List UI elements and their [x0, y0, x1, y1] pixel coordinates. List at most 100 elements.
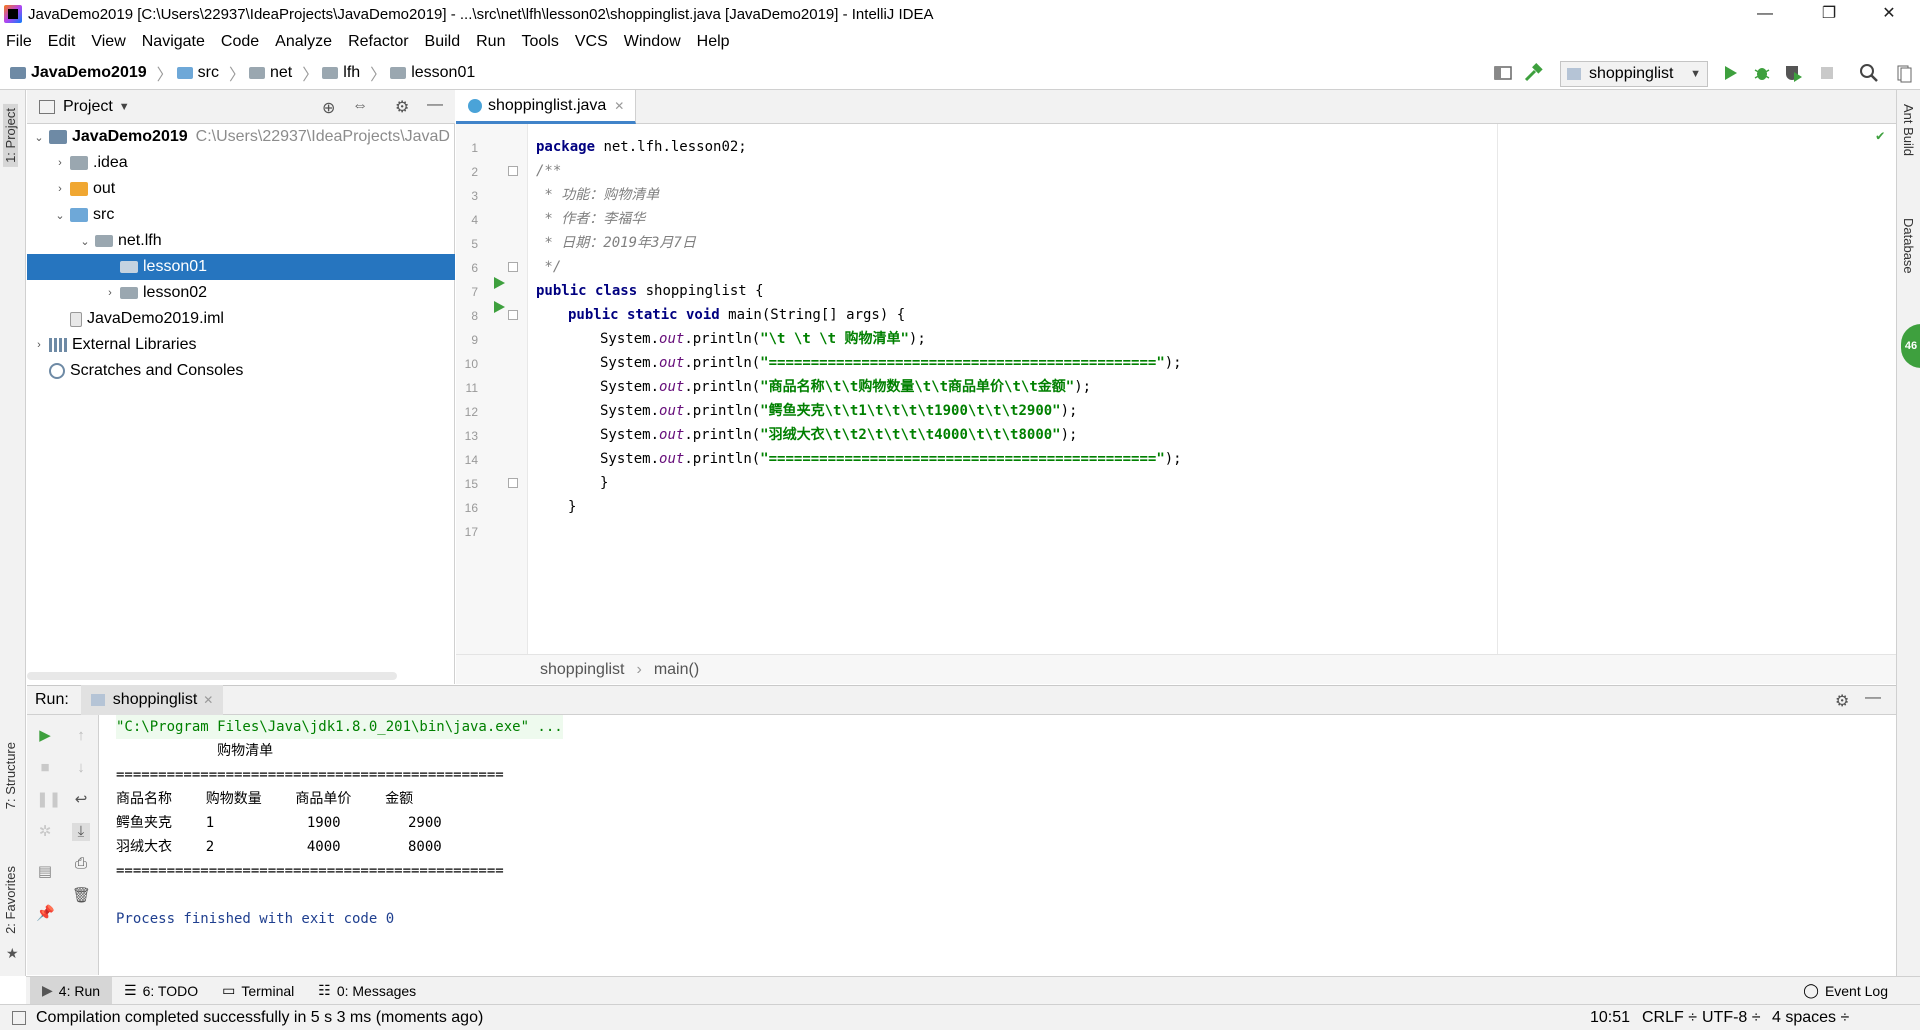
- rerun-icon[interactable]: ▶: [36, 727, 54, 745]
- database-tool-tab[interactable]: Database: [1901, 218, 1916, 274]
- close-tab-icon[interactable]: ✕: [203, 693, 213, 707]
- pin-icon[interactable]: 📌: [36, 905, 55, 923]
- menu-analyze[interactable]: Analyze: [275, 33, 332, 51]
- locate-target-icon[interactable]: ⊕: [322, 98, 335, 118]
- fold-icon[interactable]: [508, 478, 518, 488]
- breadcrumb-project[interactable]: JavaDemo2019: [10, 64, 147, 82]
- breadcrumb-lesson01[interactable]: lesson01: [390, 64, 475, 82]
- soft-wrap-icon[interactable]: ↩: [72, 791, 90, 809]
- menu-code[interactable]: Code: [221, 33, 259, 51]
- tree-item-lesson02[interactable]: › lesson02: [27, 280, 455, 306]
- build-hammer-icon[interactable]: [1522, 62, 1544, 84]
- coverage-icon[interactable]: [1782, 62, 1804, 84]
- tree-item-javademo2019[interactable]: ⌄ JavaDemo2019 C:\Users\22937\IdeaProjec…: [27, 124, 455, 150]
- minimize-button[interactable]: —: [1742, 0, 1788, 28]
- tool-tab-messages[interactable]: ☷ 0: Messages: [306, 977, 428, 1005]
- breadcrumb-class[interactable]: shoppinglist: [540, 661, 625, 679]
- menu-run[interactable]: Run: [476, 33, 505, 51]
- horizontal-scrollbar[interactable]: [27, 672, 397, 680]
- ant-build-tool-tab[interactable]: Ant Build: [1901, 104, 1916, 156]
- file-encoding[interactable]: UTF-8 ÷: [1702, 1009, 1761, 1027]
- fold-icon[interactable]: [508, 262, 518, 272]
- menu-window[interactable]: Window: [624, 33, 681, 51]
- run-configuration-select[interactable]: shoppinglist ▼: [1560, 61, 1708, 87]
- tree-item-src[interactable]: ⌄ src: [27, 202, 455, 228]
- status-message[interactable]: Compilation completed successfully in 5 …: [36, 1009, 483, 1027]
- menu-edit[interactable]: Edit: [48, 33, 76, 51]
- project-tool-tab[interactable]: 1: Project: [3, 104, 18, 167]
- chevron-right-icon[interactable]: ›: [33, 339, 45, 351]
- search-icon[interactable]: [1858, 62, 1880, 84]
- pause-icon[interactable]: ❚❚: [36, 791, 61, 809]
- breadcrumb-src[interactable]: src: [176, 64, 219, 82]
- notification-badge[interactable]: 46: [1901, 324, 1920, 368]
- close-tab-icon[interactable]: ✕: [614, 99, 624, 113]
- hide-panel-icon[interactable]: —: [1865, 689, 1881, 707]
- tool-tab-event-log[interactable]: ◯ Event Log: [1791, 977, 1900, 1005]
- tree-item-idea[interactable]: › .idea: [27, 150, 455, 176]
- collapse-all-icon[interactable]: ⇔: [352, 97, 368, 115]
- breadcrumb-lfh[interactable]: lfh: [322, 64, 360, 82]
- run-tab-shoppinglist[interactable]: shoppinglist ✕: [80, 685, 224, 715]
- caret-position[interactable]: 10:51: [1590, 1009, 1630, 1027]
- gear-icon[interactable]: ⚙: [395, 97, 409, 117]
- gear-icon[interactable]: ⚙: [1835, 691, 1849, 711]
- tree-item-external-libraries[interactable]: › External Libraries: [27, 332, 455, 358]
- inspection-ok-icon[interactable]: ✔: [1876, 128, 1884, 144]
- project-structure-icon[interactable]: [1492, 62, 1514, 84]
- trash-icon[interactable]: 🗑: [72, 887, 91, 905]
- menu-tools[interactable]: Tools: [521, 33, 558, 51]
- breadcrumb-method[interactable]: main(): [654, 661, 699, 679]
- vcs-icon[interactable]: [1894, 62, 1916, 84]
- restore-layout-icon[interactable]: ▤: [36, 863, 54, 881]
- favorites-tool-tab[interactable]: 2: Favorites: [3, 866, 18, 934]
- breadcrumb-net[interactable]: net: [249, 64, 292, 82]
- line-separator[interactable]: CRLF ÷: [1642, 1009, 1697, 1027]
- scroll-to-end-icon[interactable]: ⤓: [72, 823, 90, 841]
- restore-button[interactable]: ❐: [1806, 0, 1852, 28]
- chevron-right-icon[interactable]: ›: [54, 157, 66, 169]
- run-gutter-icon[interactable]: [492, 300, 506, 314]
- tab-shoppinglist-java[interactable]: shoppinglist.java ✕: [456, 90, 636, 124]
- stop-icon[interactable]: [1816, 62, 1838, 84]
- tree-item-lesson01[interactable]: lesson01: [27, 254, 455, 280]
- console-output[interactable]: "C:\Program Files\Java\jdk1.8.0_201\bin\…: [100, 715, 1896, 975]
- dump-threads-icon[interactable]: ✲: [36, 823, 54, 841]
- run-gutter-icon[interactable]: [492, 276, 506, 290]
- run-icon[interactable]: [1719, 62, 1741, 84]
- structure-tool-tab[interactable]: 7: Structure: [3, 742, 18, 809]
- arrow-down-icon[interactable]: ↓: [72, 759, 90, 777]
- tool-tab-todo[interactable]: ☰ 6: TODO: [112, 977, 210, 1005]
- fold-icon[interactable]: [508, 310, 518, 320]
- chevron-down-icon[interactable]: ⌄: [79, 235, 91, 248]
- menu-refactor[interactable]: Refactor: [348, 33, 408, 51]
- menu-build[interactable]: Build: [425, 33, 461, 51]
- tool-tab-terminal[interactable]: ▭ Terminal: [210, 977, 306, 1005]
- code-editor[interactable]: package net.lfh.lesson02; /** * 功能：购物清单 …: [528, 124, 1896, 654]
- tree-item-out[interactable]: › out: [27, 176, 455, 202]
- tree-item-iml[interactable]: JavaDemo2019.iml: [27, 306, 455, 332]
- chevron-down-icon[interactable]: ▼: [119, 101, 130, 113]
- menu-vcs[interactable]: VCS: [575, 33, 608, 51]
- tree-item-scratches[interactable]: Scratches and Consoles: [27, 358, 455, 384]
- debug-icon[interactable]: [1751, 62, 1773, 84]
- chevron-right-icon[interactable]: ›: [54, 183, 66, 195]
- chevron-down-icon[interactable]: ⌄: [33, 131, 45, 144]
- close-button[interactable]: ✕: [1866, 0, 1912, 28]
- print-icon[interactable]: ⎙: [72, 855, 90, 873]
- indent-setting[interactable]: 4 spaces ÷: [1772, 1009, 1849, 1027]
- fold-icon[interactable]: [508, 166, 518, 176]
- hide-panel-icon[interactable]: —: [427, 96, 443, 114]
- menu-view[interactable]: View: [91, 33, 125, 51]
- tool-tab-run[interactable]: ▶ 4: Run: [30, 976, 113, 1005]
- chevron-down-icon[interactable]: ⌄: [54, 209, 66, 222]
- stop-icon[interactable]: ■: [36, 759, 54, 777]
- tree-item-net-lfh[interactable]: ⌄ net.lfh: [27, 228, 455, 254]
- menu-file[interactable]: File: [6, 33, 32, 51]
- project-view-select[interactable]: Project: [63, 98, 113, 116]
- toggle-tool-windows-icon[interactable]: [12, 1010, 26, 1025]
- menu-help[interactable]: Help: [697, 33, 730, 51]
- arrow-up-icon[interactable]: ↑: [72, 727, 90, 745]
- menu-navigate[interactable]: Navigate: [142, 33, 205, 51]
- chevron-right-icon[interactable]: ›: [104, 287, 116, 299]
